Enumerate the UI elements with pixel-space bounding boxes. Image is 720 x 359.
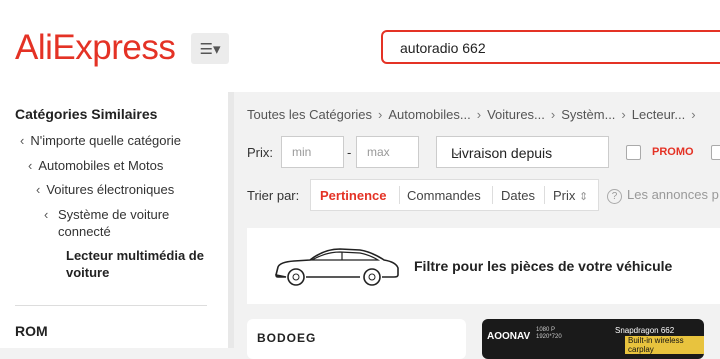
sort-commandes[interactable]: Commandes: [407, 188, 481, 203]
car-icon: [275, 248, 399, 286]
chevron-down-icon: ⌄: [451, 143, 463, 159]
promo-checkbox[interactable]: [626, 145, 641, 160]
breadcrumb: Toutes les Catégories › Automobiles... › Voi…: [247, 107, 702, 122]
product-brand-logo: AOONAV: [487, 331, 531, 342]
chevron-left-icon: ‹: [44, 207, 49, 222]
chevron-left-icon: ‹: [28, 158, 33, 173]
chevron-left-icon: ‹: [20, 133, 25, 148]
shipping-from-select[interactable]: Livraison depuis ⌄: [436, 136, 609, 168]
product-card[interactable]: BODOEG: [247, 319, 466, 359]
product-card[interactable]: AOONAV 1080 P 1920*720 Snapdragon 662 Bu…: [482, 319, 704, 359]
sidebar-item-voitures-electroniques[interactable]: ‹ Voitures électroniques: [36, 181, 174, 198]
chevron-right-icon: ›: [378, 107, 383, 122]
sort-divider: [544, 186, 545, 204]
sidebar-title: Catégories Similaires: [15, 106, 158, 122]
sidebar-item-any-category[interactable]: ‹ N'importe quelle catégorie: [20, 132, 181, 149]
sidebar-divider: [15, 305, 207, 306]
breadcrumb-item[interactable]: Automobiles...: [388, 107, 470, 122]
sidebar-item-automobiles[interactable]: ‹ Automobiles et Motos: [28, 157, 163, 174]
sort-pertinence[interactable]: Pertinence: [320, 188, 386, 203]
vehicle-filter-label: Filtre pour les pièces de votre véhicule: [414, 258, 673, 274]
chevron-left-icon: ‹: [36, 182, 41, 197]
hamburger-icon: ☰▾: [199, 40, 221, 58]
sort-label: Trier par:: [247, 188, 300, 203]
sidebar-section-rom: ROM: [15, 323, 48, 339]
question-icon: ?: [607, 189, 622, 204]
sort-prix[interactable]: Prix ⇕: [553, 188, 588, 203]
chevron-right-icon: ›: [691, 107, 696, 122]
sort-divider: [399, 186, 400, 204]
chevron-right-icon: ›: [476, 107, 482, 122]
filter-checkbox[interactable]: [711, 145, 720, 160]
product-feature: Built-in wireless carplay: [625, 336, 704, 354]
breadcrumb-item[interactable]: Toutes les Catégories: [247, 107, 372, 122]
search-box[interactable]: [381, 30, 720, 64]
product-brand-logo: BODOEG: [257, 331, 317, 345]
header: AliExpress ☰▾: [0, 0, 720, 92]
chevron-right-icon: ›: [550, 107, 556, 122]
sort-dates[interactable]: Dates: [501, 188, 535, 203]
aliexpress-logo[interactable]: AliExpress: [15, 28, 176, 68]
sidebar-item-systeme-connecte[interactable]: ‹ Système de voiture connecté: [44, 206, 194, 240]
promo-label: PROMO: [652, 146, 694, 158]
main-left-border: [228, 92, 234, 348]
breadcrumb-item[interactable]: Lecteur...: [632, 107, 685, 122]
price-label: Prix:: [247, 145, 273, 160]
menu-button[interactable]: ☰▾: [191, 33, 229, 64]
sort-arrows-icon: ⇕: [579, 191, 589, 203]
chevron-right-icon: ›: [621, 107, 626, 122]
product-chip: Snapdragon 662: [615, 326, 675, 335]
sidebar: Catégories Similaires ‹ N'importe quelle …: [0, 92, 228, 348]
vehicle-filter-card[interactable]: Filtre pour les pièces de votre véhicule: [247, 228, 720, 304]
sort-divider: [492, 186, 493, 204]
price-max-input[interactable]: max: [356, 136, 419, 168]
breadcrumb-item[interactable]: Systèm...: [561, 107, 615, 122]
price-min-input[interactable]: min: [281, 136, 344, 168]
sidebar-item-lecteur-multimedia[interactable]: Lecteur multimédia de voiture: [66, 247, 206, 281]
search-input[interactable]: [398, 39, 702, 57]
price-dash: -: [347, 145, 352, 160]
sort-bar: Pertinence Commandes Dates Prix ⇕: [310, 179, 599, 211]
product-resolution: 1080 P 1920*720: [536, 327, 562, 340]
ads-info[interactable]: ? Les annonces p: [607, 187, 719, 204]
breadcrumb-item[interactable]: Voitures...: [487, 107, 545, 122]
